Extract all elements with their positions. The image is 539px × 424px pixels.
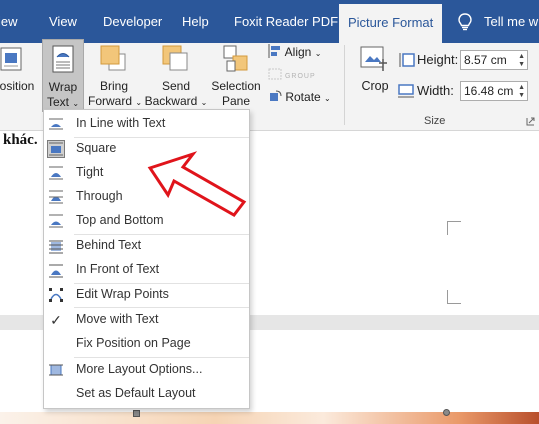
annotation-arrow xyxy=(147,151,247,217)
